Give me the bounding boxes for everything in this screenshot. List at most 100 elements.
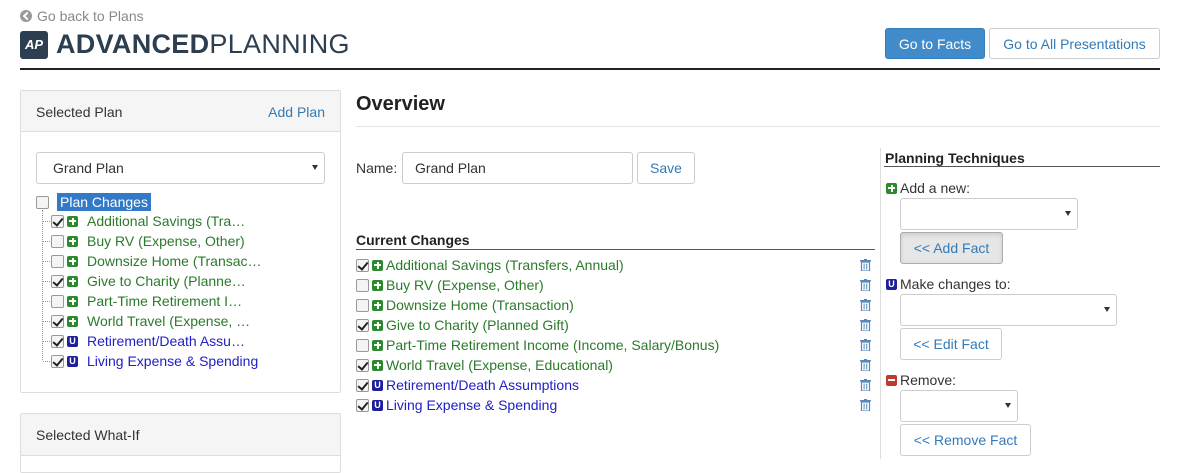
logo-text-bold: ADVANCED: [56, 29, 210, 59]
change-label[interactable]: Living Expense & Spending: [386, 397, 557, 413]
make-changes-text: Make changes to:: [900, 276, 1011, 292]
selected-plan-header: Selected Plan Add Plan: [21, 91, 340, 132]
remove-fact-button[interactable]: << Remove Fact: [900, 424, 1031, 456]
edit-fact-button[interactable]: << Edit Fact: [900, 328, 1002, 360]
plan-name-value: Grand Plan: [415, 160, 486, 176]
logo-badge: AP: [20, 30, 48, 59]
tree-item-checkbox[interactable]: [51, 274, 64, 288]
change-row[interactable]: Give to Charity (Planned Gift): [356, 317, 569, 333]
tree-item-checkbox[interactable]: [51, 294, 64, 308]
tree-item[interactable]: U Living Expense & Spending: [43, 353, 258, 369]
tree-item-label[interactable]: Downsize Home (Transac…: [87, 253, 262, 269]
tree-item-checkbox[interactable]: [51, 254, 64, 268]
tree-item-checkbox[interactable]: [51, 354, 64, 368]
add-new-select[interactable]: [900, 198, 1078, 230]
tree-item[interactable]: Part-Time Retirement I…: [43, 293, 242, 309]
plus-icon: [67, 255, 78, 267]
change-row[interactable]: Part-Time Retirement Income (Income, Sal…: [356, 337, 719, 353]
tree-item-label[interactable]: Give to Charity (Planne…: [87, 273, 246, 289]
change-row[interactable]: World Travel (Expense, Educational): [356, 357, 613, 373]
change-label[interactable]: Buy RV (Expense, Other): [386, 277, 544, 293]
update-icon: U: [67, 355, 78, 367]
tree-root-checkbox[interactable]: [36, 195, 49, 209]
back-to-plans-link[interactable]: Go back to Plans: [20, 8, 144, 24]
tree-item-label[interactable]: Living Expense & Spending: [87, 353, 258, 369]
make-changes-select[interactable]: [900, 294, 1117, 326]
change-label[interactable]: Additional Savings (Transfers, Annual): [386, 257, 624, 273]
change-row[interactable]: Downsize Home (Transaction): [356, 297, 574, 313]
change-label[interactable]: World Travel (Expense, Educational): [386, 357, 613, 373]
plus-icon: [67, 275, 78, 287]
plus-icon: [67, 315, 78, 327]
tree-item-label[interactable]: Buy RV (Expense, Other): [87, 233, 245, 249]
remove-label: Remove:: [886, 372, 956, 388]
tree-item[interactable]: World Travel (Expense, …: [43, 313, 250, 329]
trash-icon[interactable]: [860, 399, 871, 411]
change-checkbox[interactable]: [356, 398, 369, 412]
overview-divider: [356, 126, 1160, 127]
tree-item-checkbox[interactable]: [51, 334, 64, 348]
trash-icon[interactable]: [860, 259, 871, 271]
current-changes-title: Current Changes: [356, 232, 470, 248]
change-checkbox[interactable]: [356, 318, 369, 332]
tree-item-label[interactable]: Additional Savings (Tra…: [87, 213, 245, 229]
plus-icon: [372, 339, 383, 351]
minus-icon: [886, 374, 897, 386]
trash-icon[interactable]: [860, 379, 871, 391]
change-checkbox[interactable]: [356, 338, 369, 352]
make-changes-label: U Make changes to:: [886, 276, 1011, 292]
tree-item-label[interactable]: Part-Time Retirement I…: [87, 293, 242, 309]
change-label[interactable]: Downsize Home (Transaction): [386, 297, 574, 313]
planning-techniques-title: Planning Techniques: [885, 150, 1025, 166]
plan-select[interactable]: Grand Plan: [36, 152, 325, 184]
tree-item[interactable]: Give to Charity (Planne…: [43, 273, 246, 289]
update-icon: U: [372, 379, 383, 391]
change-checkbox[interactable]: [356, 258, 369, 272]
trash-icon[interactable]: [860, 279, 871, 291]
change-row[interactable]: U Retirement/Death Assumptions: [356, 377, 579, 393]
tree-item[interactable]: U Retirement/Death Assu…: [43, 333, 245, 349]
update-icon: U: [886, 278, 897, 290]
trash-icon[interactable]: [860, 339, 871, 351]
tree-item[interactable]: Downsize Home (Transac…: [43, 253, 262, 269]
plus-icon: [372, 279, 383, 291]
change-row[interactable]: Buy RV (Expense, Other): [356, 277, 544, 293]
update-icon: U: [372, 399, 383, 411]
add-plan-link[interactable]: Add Plan: [268, 104, 325, 120]
remove-select[interactable]: [900, 390, 1018, 422]
add-new-text: Add a new:: [900, 180, 971, 196]
save-button[interactable]: Save: [637, 152, 695, 184]
change-label[interactable]: Part-Time Retirement Income (Income, Sal…: [386, 337, 719, 353]
chevron-down-icon: [1005, 403, 1011, 408]
plan-name-input[interactable]: Grand Plan: [402, 152, 633, 184]
trash-icon[interactable]: [860, 319, 871, 331]
tree-root-plan-changes[interactable]: Plan Changes: [36, 193, 151, 211]
go-to-all-presentations-button[interactable]: Go to All Presentations: [989, 28, 1160, 59]
tree-item-checkbox[interactable]: [51, 314, 64, 328]
change-checkbox[interactable]: [356, 358, 369, 372]
change-checkbox[interactable]: [356, 298, 369, 312]
change-checkbox[interactable]: [356, 278, 369, 292]
tree-item[interactable]: Additional Savings (Tra…: [43, 213, 245, 229]
selected-whatif-panel: Selected What-If: [20, 413, 341, 473]
change-label[interactable]: Retirement/Death Assumptions: [386, 377, 579, 393]
remove-text: Remove:: [900, 372, 957, 388]
tree-item-checkbox[interactable]: [51, 214, 64, 228]
change-row[interactable]: Additional Savings (Transfers, Annual): [356, 257, 624, 273]
selected-plan-title: Selected Plan: [36, 104, 123, 120]
tree-item-checkbox[interactable]: [51, 234, 64, 248]
tree-root-label[interactable]: Plan Changes: [57, 193, 151, 211]
name-label: Name:: [356, 160, 398, 176]
logo-text-light: PLANNING: [209, 29, 350, 59]
back-arrow-icon: [20, 10, 32, 22]
go-to-facts-button[interactable]: Go to Facts: [885, 28, 985, 59]
change-checkbox[interactable]: [356, 378, 369, 392]
tree-item-label[interactable]: Retirement/Death Assu…: [87, 333, 245, 349]
change-row[interactable]: U Living Expense & Spending: [356, 397, 557, 413]
trash-icon[interactable]: [860, 299, 871, 311]
tree-item[interactable]: Buy RV (Expense, Other): [43, 233, 245, 249]
tree-item-label[interactable]: World Travel (Expense, …: [87, 313, 250, 329]
change-label[interactable]: Give to Charity (Planned Gift): [386, 317, 569, 333]
add-fact-button[interactable]: << Add Fact: [900, 232, 1003, 264]
trash-icon[interactable]: [860, 359, 871, 371]
